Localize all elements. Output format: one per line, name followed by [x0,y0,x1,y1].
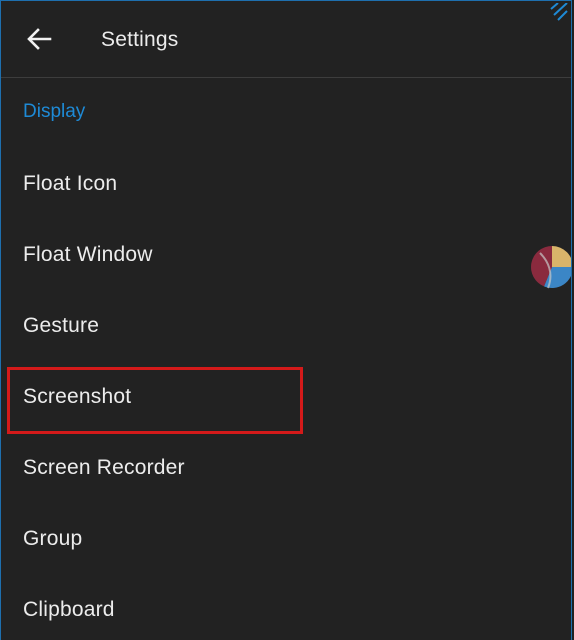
settings-item-label: Float Window [23,243,153,266]
settings-item-float-icon[interactable]: Float Icon [1,149,571,219]
floating-ball-icon[interactable] [530,245,572,289]
app-bar: Settings [1,1,571,78]
settings-item-label: Screen Recorder [23,456,185,479]
section-header-display: Display [23,101,86,122]
settings-item-label: Float Icon [23,172,118,195]
settings-item-screen-recorder[interactable]: Screen Recorder [1,433,571,503]
settings-item-label: Clipboard [23,598,115,621]
settings-item-label: Screenshot [23,385,132,408]
settings-item-float-window[interactable]: Float Window [1,220,571,290]
settings-item-group[interactable]: Group [1,504,571,574]
back-button[interactable] [15,17,63,61]
settings-item-screenshot[interactable]: Screenshot [1,362,571,432]
settings-item-label: Gesture [23,314,100,337]
settings-item-clipboard[interactable]: Clipboard [1,575,571,640]
settings-item-label: Group [23,527,83,550]
arrow-left-icon [27,28,52,50]
page-title: Settings [101,28,179,51]
settings-item-gesture[interactable]: Gesture [1,291,571,361]
settings-screen: Settings Display Float Icon Float Window… [0,0,572,640]
resize-handle-icon[interactable] [546,3,568,23]
